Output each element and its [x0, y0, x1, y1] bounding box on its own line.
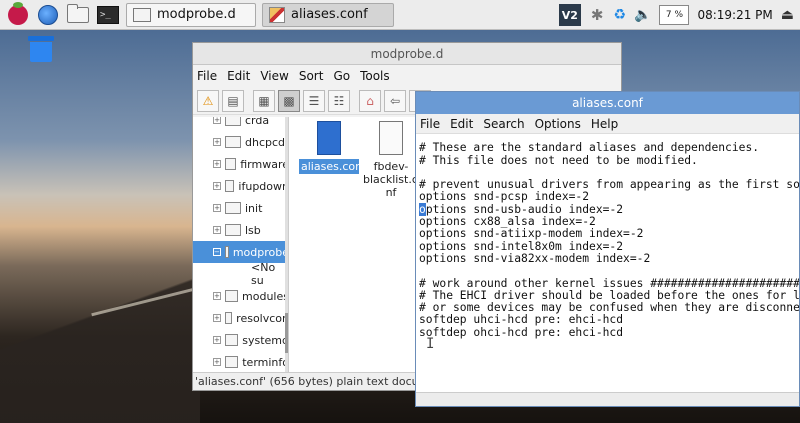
- tree-item-crda[interactable]: + crda: [193, 117, 288, 131]
- window-title[interactable]: aliases.conf: [416, 92, 799, 114]
- file-fbdev-blacklist[interactable]: fbdev- blacklist.co nf: [361, 121, 425, 200]
- eject-icon[interactable]: ⏏: [781, 7, 794, 23]
- home-icon[interactable]: ⌂: [359, 89, 381, 112]
- icon-view-icon[interactable]: ▦: [253, 89, 275, 112]
- tree-item-systemd[interactable]: + systemd: [193, 329, 288, 351]
- text-editor-window: aliases.conf File Edit Search Options He…: [415, 91, 800, 407]
- menu-edit[interactable]: Edit: [227, 69, 250, 83]
- text-line: # This file does not need to be modified…: [419, 153, 698, 167]
- thumbnail-view-icon[interactable]: ▩: [278, 89, 300, 112]
- volume-icon[interactable]: 🔈: [634, 7, 651, 23]
- menu-sort[interactable]: Sort: [299, 69, 324, 83]
- text-caret: o: [419, 202, 426, 216]
- menu-help[interactable]: Help: [591, 117, 618, 131]
- bluetooth-icon[interactable]: ✱: [591, 6, 604, 24]
- menu-edit[interactable]: Edit: [450, 117, 473, 131]
- taskbar-button-label: aliases.conf: [291, 7, 368, 22]
- window-title[interactable]: modprobe.d: [193, 43, 621, 65]
- text-area[interactable]: # These are the standard aliases and dep…: [419, 130, 799, 392]
- taskbar-button-modprobe[interactable]: modprobe.d: [126, 2, 256, 27]
- wallpaper-road: [0, 250, 200, 423]
- tree-item-firmware[interactable]: + firmware: [193, 153, 288, 175]
- menu-view[interactable]: View: [260, 69, 288, 83]
- menu-tools[interactable]: Tools: [360, 69, 390, 83]
- text-file-icon: [379, 121, 403, 155]
- text-line: options snd-via82xx-modem index=-2: [419, 251, 651, 265]
- folder-icon: [133, 7, 151, 22]
- compact-view-icon[interactable]: ☰: [303, 89, 325, 112]
- text-line: options snd-atiixp-modem index=-2: [419, 227, 644, 241]
- warning-icon[interactable]: ⚠: [197, 89, 219, 112]
- system-tray: V2 ✱ ♻ 🔈 7 % 08:19:21 PM ⏏: [558, 0, 800, 30]
- text-line: ​: [419, 265, 799, 277]
- menu-go[interactable]: Go: [333, 69, 350, 83]
- raspberry-menu-icon[interactable]: [6, 1, 30, 27]
- tree-item-init[interactable]: + init: [193, 197, 288, 219]
- tree-item-lsb[interactable]: + lsb: [193, 219, 288, 241]
- text-cursor-ibeam-icon: I: [426, 336, 435, 352]
- menu-search[interactable]: Search: [483, 117, 524, 131]
- menu-file[interactable]: File: [197, 69, 217, 83]
- list-view-icon[interactable]: ☷: [328, 89, 350, 112]
- text-line: softdep uhci-hcd pre: ehci-hcd: [419, 313, 624, 327]
- clock[interactable]: 08:19:21 PM: [697, 8, 772, 22]
- tree-item-modprobe[interactable]: − modprobe: [193, 241, 288, 263]
- tree-item-ifupdown[interactable]: + ifupdown: [193, 175, 288, 197]
- tree-item-modules[interactable]: + modules: [193, 285, 288, 307]
- menu-options[interactable]: Options: [535, 117, 581, 131]
- cpu-usage-indicator: 7 %: [659, 5, 690, 25]
- terminal-icon[interactable]: >_: [96, 3, 120, 27]
- tree-item-resolvconf[interactable]: + resolvcon: [193, 307, 288, 329]
- text-line: softdep ohci-hcd pre: ehci-hcd: [419, 325, 624, 339]
- text-line: options snd-pcsp index=-2: [419, 190, 590, 204]
- taskbar-button-label: modprobe.d: [157, 7, 236, 22]
- taskbar-button-aliases[interactable]: aliases.conf: [262, 2, 394, 27]
- text-editor-icon: [269, 6, 285, 23]
- wifi-icon[interactable]: ♻: [613, 7, 626, 23]
- text-line: # These are the standard aliases and dep…: [419, 141, 760, 155]
- browser-globe-icon[interactable]: [36, 3, 60, 27]
- taskbar: >_ modprobe.d aliases.conf V2 ✱ ♻ 🔈 7 % …: [0, 0, 800, 30]
- menu-file[interactable]: File: [420, 117, 440, 131]
- directory-tree: + crda + dhcpcd + firmware + ifupdown + init …: [193, 117, 289, 373]
- tree-item-dhcpcd[interactable]: + dhcpcd: [193, 131, 288, 153]
- trash-icon[interactable]: [28, 36, 54, 62]
- tree-item-no-subfolders: <No su: [251, 261, 276, 287]
- file-manager-icon[interactable]: [66, 3, 90, 27]
- side-pane-icon[interactable]: ▤: [222, 89, 244, 112]
- text-line: # work around other kernel issues ######…: [419, 276, 799, 290]
- menu-bar: File Edit View Sort Go Tools: [193, 65, 621, 87]
- vnc-icon[interactable]: V2: [558, 4, 581, 26]
- file-aliases-conf[interactable]: aliases.conf: [299, 121, 366, 174]
- back-icon[interactable]: ⇦: [384, 89, 406, 112]
- text-file-icon: [317, 121, 341, 155]
- tree-item-terminfo[interactable]: + terminfo: [193, 351, 288, 373]
- horizontal-scrollbar[interactable]: [416, 392, 799, 406]
